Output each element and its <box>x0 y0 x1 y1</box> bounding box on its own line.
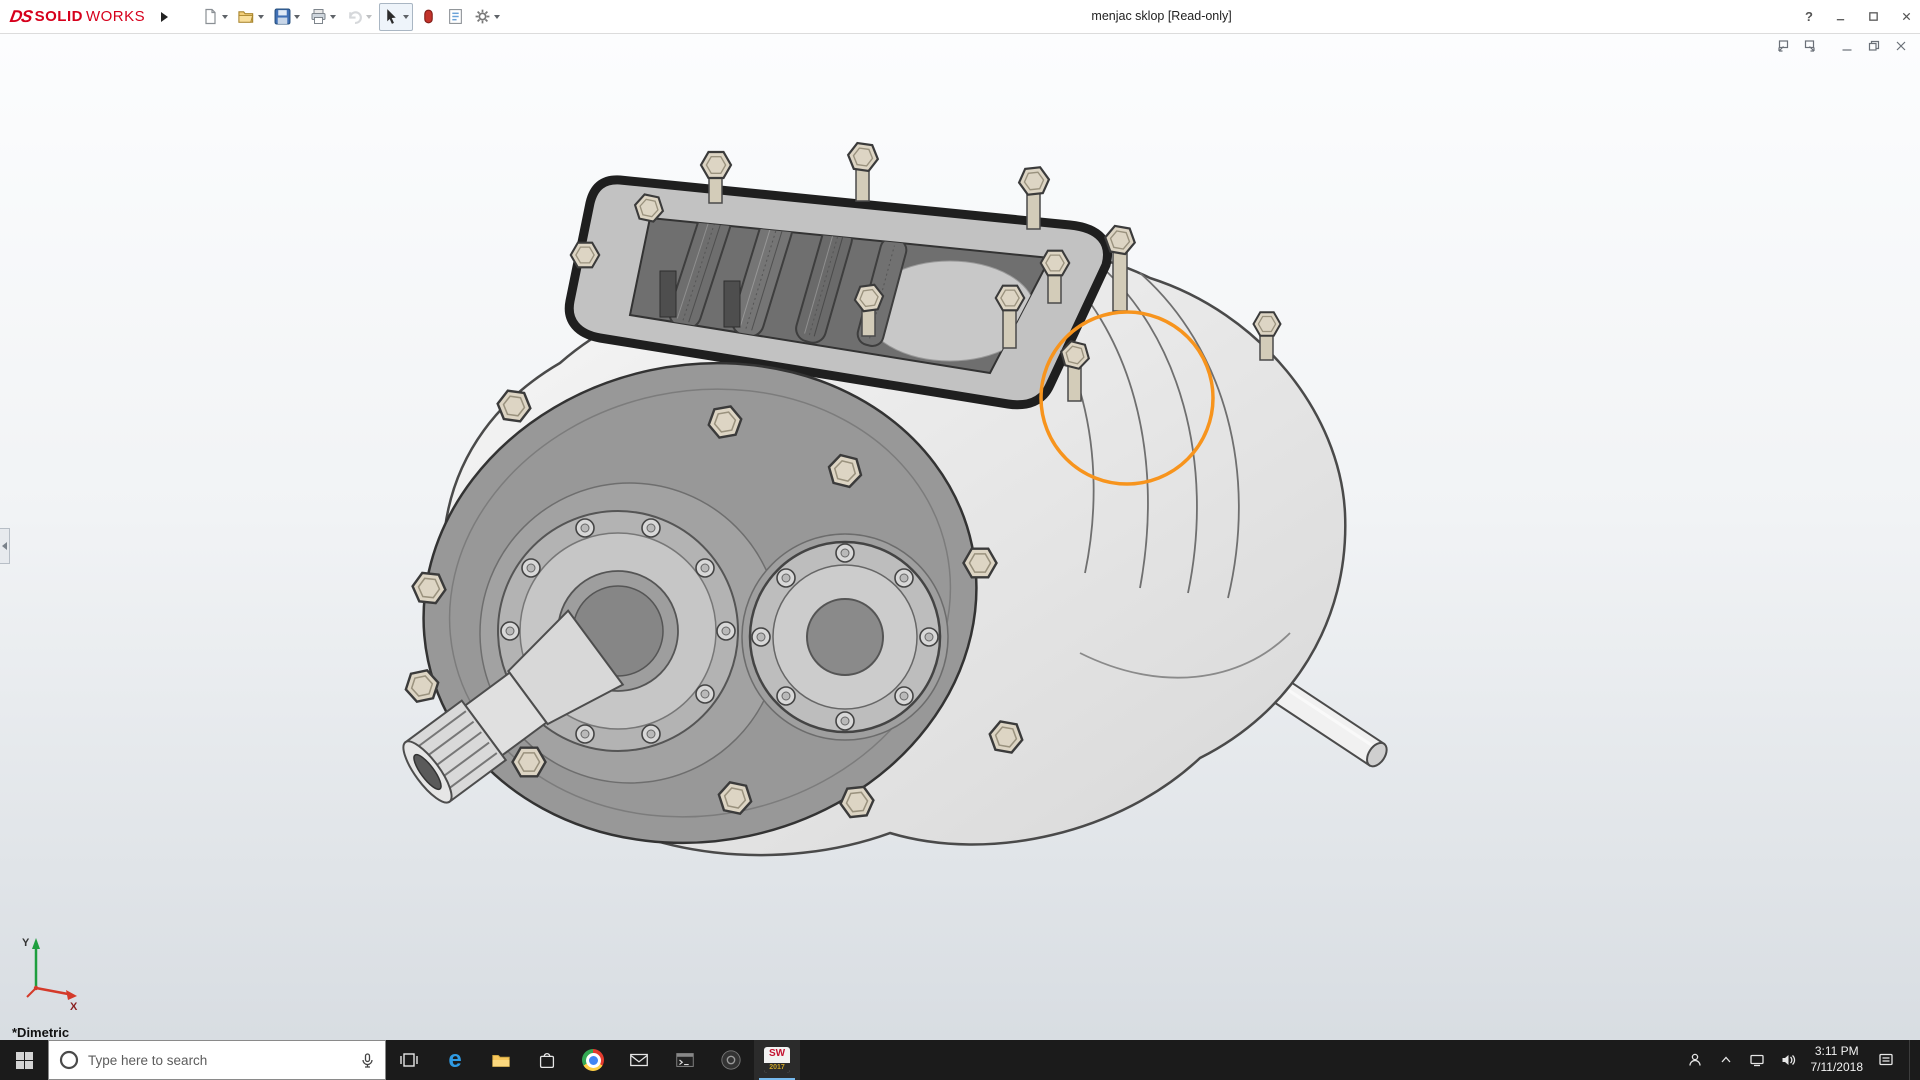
task-view-button[interactable] <box>386 1040 432 1080</box>
minimize-button[interactable] <box>1835 11 1846 22</box>
chevron-down-icon <box>294 15 300 19</box>
dock-left-button[interactable] <box>1775 38 1790 53</box>
search-input[interactable]: Type here to search <box>48 1040 386 1080</box>
chrome-icon <box>582 1049 604 1071</box>
doc-minimize-button[interactable] <box>1839 38 1854 53</box>
people-icon[interactable] <box>1687 1052 1703 1068</box>
select-arrow-icon <box>383 8 400 25</box>
search-placeholder: Type here to search <box>88 1053 207 1068</box>
edge-button[interactable]: e <box>432 1040 478 1080</box>
undo-icon <box>346 8 363 25</box>
system-tray: 3:11 PM 7/11/2018 <box>1687 1040 1920 1080</box>
triad-x-label: X <box>70 1001 78 1013</box>
brand-works: WORKS <box>86 8 145 25</box>
quick-access-toolbar <box>199 3 503 31</box>
tray-date: 7/11/2018 <box>1811 1060 1864 1076</box>
chevron-down-icon <box>222 15 228 19</box>
titlebar: DS SOLIDWORKS <box>0 0 1920 34</box>
network-icon[interactable] <box>1749 1052 1765 1068</box>
tray-time: 3:11 PM <box>1815 1044 1859 1060</box>
close-button[interactable] <box>1901 11 1912 22</box>
y-axis-arrow-icon <box>32 938 40 949</box>
command-prompt-button[interactable] <box>662 1040 708 1080</box>
new-document-icon <box>202 8 219 25</box>
graphics-area[interactable]: Y X *Dimetric <box>0 33 1920 1040</box>
open-document-button[interactable] <box>235 4 267 30</box>
open-folder-icon <box>238 8 255 25</box>
edge-icon: e <box>448 1048 461 1072</box>
options-button[interactable] <box>471 4 503 30</box>
show-desktop-button[interactable] <box>1909 1040 1916 1080</box>
collapsed-panel-toggle[interactable] <box>0 528 10 564</box>
file-properties-icon <box>447 8 464 25</box>
command-prompt-icon <box>674 1049 696 1071</box>
gearbox-model <box>0 33 1920 1040</box>
task-view-icon <box>398 1049 420 1071</box>
mail-button[interactable] <box>616 1040 662 1080</box>
microphone-icon[interactable] <box>360 1053 375 1068</box>
solidworks-app-icon: SW 2017 <box>764 1047 790 1073</box>
document-title: menjac sklop [Read-only] <box>1091 0 1231 33</box>
solidworks-taskbar-button[interactable]: SW 2017 <box>754 1040 800 1080</box>
window-controls: ? <box>1805 0 1912 33</box>
file-properties-button[interactable] <box>444 4 467 30</box>
ds-logo-icon: DS <box>8 7 33 27</box>
x-axis-arrow-icon <box>66 990 77 1000</box>
help-button[interactable]: ? <box>1805 9 1813 24</box>
triad-y-label: Y <box>22 937 30 949</box>
brand-solid: SOLID <box>35 8 83 25</box>
dock-right-button[interactable] <box>1802 38 1817 53</box>
view-orientation-label: *Dimetric <box>12 1025 69 1040</box>
chevron-down-icon <box>330 15 336 19</box>
chrome-button[interactable] <box>570 1040 616 1080</box>
save-button[interactable] <box>271 4 303 30</box>
hidden-icons-chevron[interactable] <box>1718 1052 1734 1068</box>
file-explorer-icon <box>490 1049 512 1071</box>
side-cover-hub <box>742 534 948 740</box>
clock[interactable]: 3:11 PM 7/11/2018 <box>1811 1044 1864 1075</box>
orientation-triad: Y X <box>6 930 90 1014</box>
chevron-left-icon <box>2 542 7 550</box>
volume-icon[interactable] <box>1780 1052 1796 1068</box>
toolbar-flyout-button[interactable] <box>155 6 173 28</box>
action-center-icon[interactable] <box>1878 1052 1894 1068</box>
save-floppy-icon <box>274 8 291 25</box>
round-app-icon <box>720 1049 742 1071</box>
chevron-down-icon <box>403 15 409 19</box>
store-button[interactable] <box>524 1040 570 1080</box>
document-window-controls <box>1775 38 1908 53</box>
windows-logo-icon <box>16 1052 33 1069</box>
taskbar: Type here to search e <box>0 1040 1920 1080</box>
flyout-arrow-icon <box>161 12 168 22</box>
print-button[interactable] <box>307 4 339 30</box>
file-explorer-button[interactable] <box>478 1040 524 1080</box>
solidworks-logo: DS SOLIDWORKS <box>0 7 145 27</box>
doc-restore-button[interactable] <box>1866 38 1881 53</box>
start-button[interactable] <box>0 1040 48 1080</box>
chevron-down-icon <box>258 15 264 19</box>
store-bag-icon <box>536 1049 558 1071</box>
maximize-button[interactable] <box>1868 11 1879 22</box>
doc-close-button[interactable] <box>1893 38 1908 53</box>
gear-icon <box>474 8 491 25</box>
select-tool-button[interactable] <box>379 3 413 31</box>
round-app-button[interactable] <box>708 1040 754 1080</box>
undo-button[interactable] <box>343 4 375 30</box>
new-document-button[interactable] <box>199 4 231 30</box>
rebuild-button[interactable] <box>417 4 440 30</box>
print-icon <box>310 8 327 25</box>
rebuild-icon <box>420 8 437 25</box>
mail-icon <box>628 1049 650 1071</box>
chevron-down-icon <box>494 15 500 19</box>
chevron-down-icon <box>366 15 372 19</box>
cortana-icon <box>59 1050 79 1070</box>
